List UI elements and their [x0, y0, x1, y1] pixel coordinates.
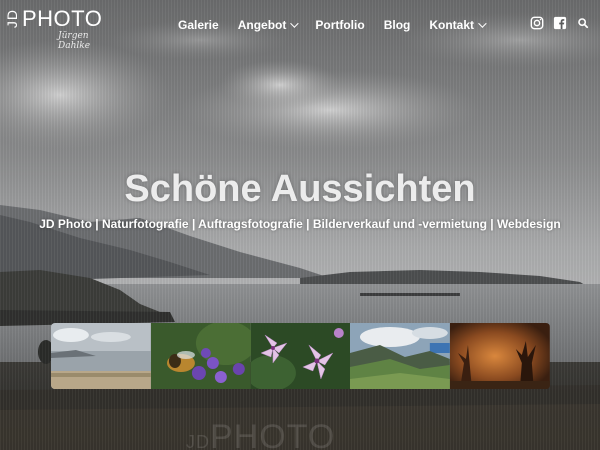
- nav-label: Blog: [383, 18, 411, 32]
- nav-item-galerie[interactable]: Galerie: [178, 18, 219, 32]
- page: JD PHOTO Jürgen Dahlke Galerie Angebot P…: [0, 0, 600, 450]
- chevron-down-icon: [478, 19, 487, 28]
- gallery-thumbnail-tree[interactable]: [450, 323, 550, 389]
- nav-label: Portfolio: [315, 18, 365, 32]
- logo-signature: Jürgen Dahlke: [58, 31, 91, 51]
- logo-jd-text: JD: [4, 9, 20, 29]
- gallery-thumbnail-strip: [51, 323, 550, 389]
- nav-item-blog[interactable]: Blog: [384, 18, 411, 32]
- nav-label: Angebot: [237, 18, 287, 32]
- nav-item-angebot[interactable]: Angebot: [237, 18, 300, 32]
- watermark-photo: PHOTO: [210, 418, 336, 450]
- gallery-thumbnail-valley[interactable]: [350, 323, 451, 389]
- site-logo[interactable]: JD PHOTO Jürgen Dahlke: [4, 6, 118, 51]
- chevron-down-icon: [290, 19, 300, 28]
- social-links: [521, 16, 590, 30]
- instagram-icon[interactable]: [530, 16, 544, 30]
- nav-label: Kontakt: [429, 18, 475, 32]
- gallery-thumbnail-coast[interactable]: [51, 323, 151, 389]
- footer-logo-watermark: JDPHOTO: [186, 418, 335, 450]
- logo-photo-text: PHOTO: [22, 6, 103, 31]
- hero-title: Schöne Aussichten: [124, 168, 476, 210]
- nav-label: Galerie: [178, 18, 219, 32]
- gallery-thumbnail-bee[interactable]: [150, 323, 251, 389]
- nav-item-kontakt[interactable]: Kontakt: [429, 18, 487, 32]
- watermark-jd: JD: [186, 432, 210, 450]
- facebook-icon[interactable]: [553, 16, 567, 30]
- main-nav: Galerie Angebot Portfolio Blog Kontakt: [178, 16, 487, 34]
- gallery-thumbnail-lily[interactable]: [250, 323, 351, 389]
- hero-subtitle: JD Photo | Naturfotografie | Auftragsfot…: [39, 217, 561, 231]
- search-icon[interactable]: [576, 16, 590, 30]
- site-header: JD PHOTO Jürgen Dahlke Galerie Angebot P…: [0, 0, 600, 51]
- nav-item-portfolio[interactable]: Portfolio: [315, 18, 364, 32]
